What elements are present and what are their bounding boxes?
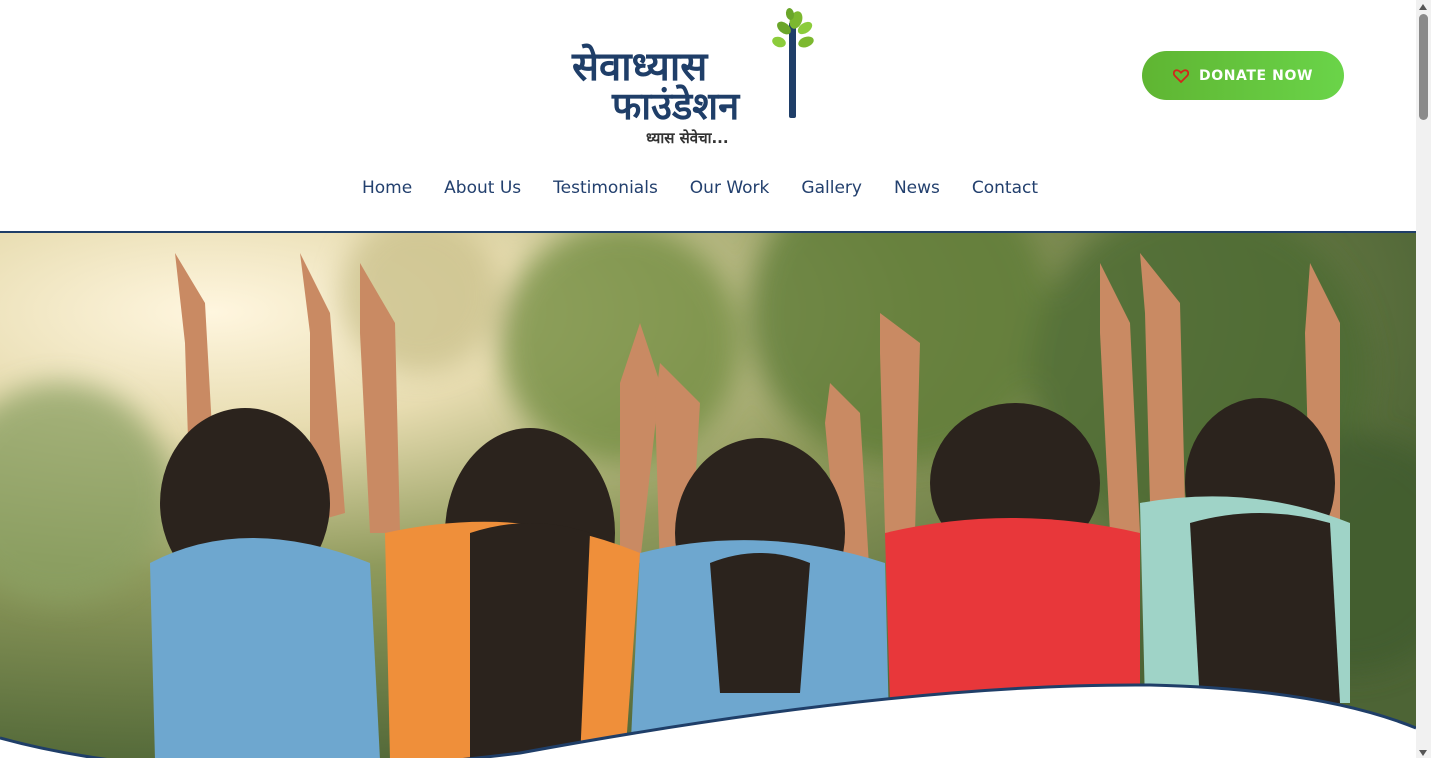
nav-item-about-us[interactable]: About Us	[428, 176, 537, 204]
logo-tagline: ध्यास सेवेचा...	[646, 129, 729, 147]
scrollbar-thumb[interactable]	[1419, 14, 1428, 120]
site-logo[interactable]: सेवाध्यास फाउंडेशन ध्यास सेवेचा...	[568, 6, 818, 152]
page-scrollbar[interactable]	[1416, 0, 1431, 758]
logo-title-line1: सेवाध्यास	[571, 43, 709, 90]
nav-item-gallery[interactable]: Gallery	[785, 176, 878, 204]
nav-item-contact[interactable]: Contact	[956, 176, 1054, 204]
hero-banner	[0, 231, 1416, 758]
site-header: सेवाध्यास फाउंडेशन ध्यास सेवेचा... DONAT…	[0, 0, 1416, 231]
nav-item-home[interactable]: Home	[362, 176, 428, 204]
logo-title-line2: फाउंडेशन	[611, 84, 741, 128]
children-raising-hands-photo	[0, 233, 1416, 758]
donate-label: DONATE NOW	[1198, 67, 1314, 84]
nav-item-news[interactable]: News	[878, 176, 956, 204]
donate-now-button[interactable]: DONATE NOW	[1142, 51, 1344, 100]
scroll-down-arrow-icon[interactable]	[1419, 750, 1427, 756]
main-nav: Home About Us Testimonials Our Work Gall…	[0, 176, 1416, 204]
nav-item-our-work[interactable]: Our Work	[674, 176, 786, 204]
heart-icon	[1172, 68, 1190, 83]
nav-item-testimonials[interactable]: Testimonials	[537, 176, 674, 204]
tree-leaves-icon	[772, 8, 814, 118]
scroll-up-arrow-icon[interactable]	[1419, 4, 1427, 10]
